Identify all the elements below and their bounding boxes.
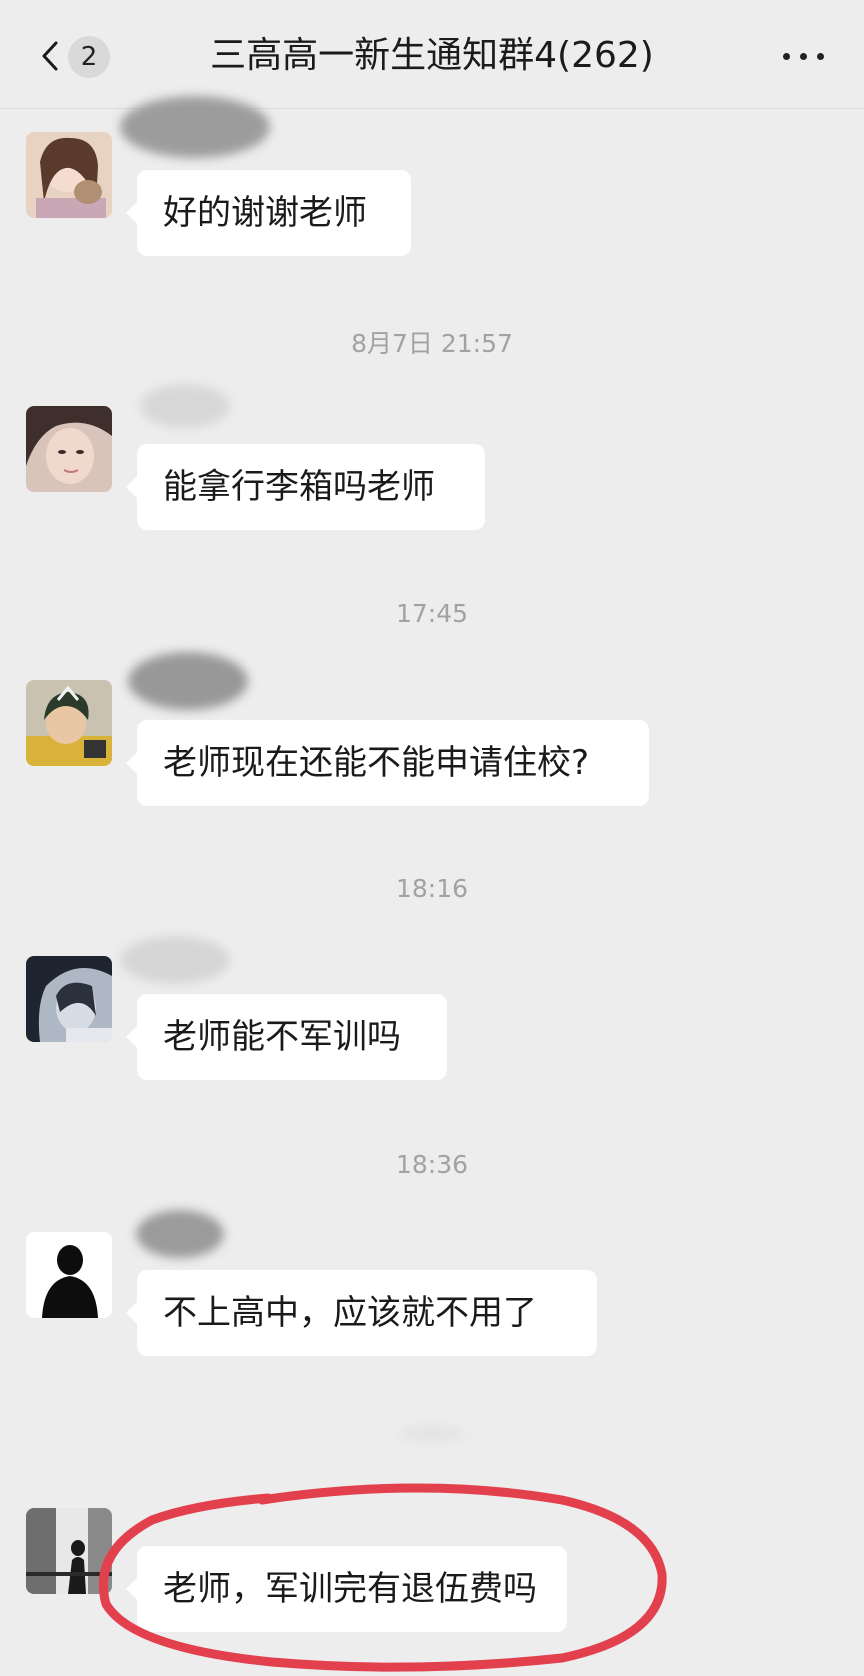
unread-badge: 2 <box>68 36 110 78</box>
more-button[interactable] <box>774 36 834 76</box>
timestamp-redacted <box>400 1426 464 1442</box>
message-bubble[interactable]: 不上高中，应该就不用了 <box>126 1270 597 1356</box>
message-bubble[interactable]: 好的谢谢老师 <box>126 170 411 256</box>
avatar[interactable] <box>26 680 112 766</box>
message-timestamp: 18:36 <box>395 1150 469 1179</box>
more-dot <box>817 53 824 60</box>
chevron-left-icon <box>42 41 58 71</box>
avatar[interactable] <box>26 1508 112 1594</box>
chat-title: 三高高一新生通知群4(262) <box>210 35 654 76</box>
sender-name-redacted <box>140 384 230 428</box>
back-button[interactable]: 2 <box>30 30 120 82</box>
more-dots-icon <box>783 53 790 60</box>
message-bubble[interactable]: 老师能不军训吗 <box>126 994 447 1080</box>
avatar[interactable] <box>26 406 112 492</box>
message-timestamp: 8月7日 21:57 <box>351 329 513 358</box>
sender-name-redacted <box>120 96 270 158</box>
avatar[interactable] <box>26 956 112 1042</box>
chat-header: 2 三高高一新生通知群4(262) <box>0 0 864 109</box>
more-dot <box>800 53 807 60</box>
message-bubble[interactable]: 老师现在还能不能申请住校? <box>126 720 649 806</box>
message-timestamp: 18:16 <box>395 874 469 903</box>
message-bubble[interactable]: 能拿行李箱吗老师 <box>126 444 485 530</box>
avatar[interactable] <box>26 132 112 218</box>
sender-name-redacted <box>136 1210 224 1258</box>
avatar[interactable] <box>26 1232 112 1318</box>
sender-name-redacted <box>120 936 230 984</box>
message-bubble[interactable]: 老师，军训完有退伍费吗 <box>126 1546 567 1632</box>
sender-name-redacted <box>128 652 248 710</box>
message-timestamp: 17:45 <box>395 599 469 628</box>
